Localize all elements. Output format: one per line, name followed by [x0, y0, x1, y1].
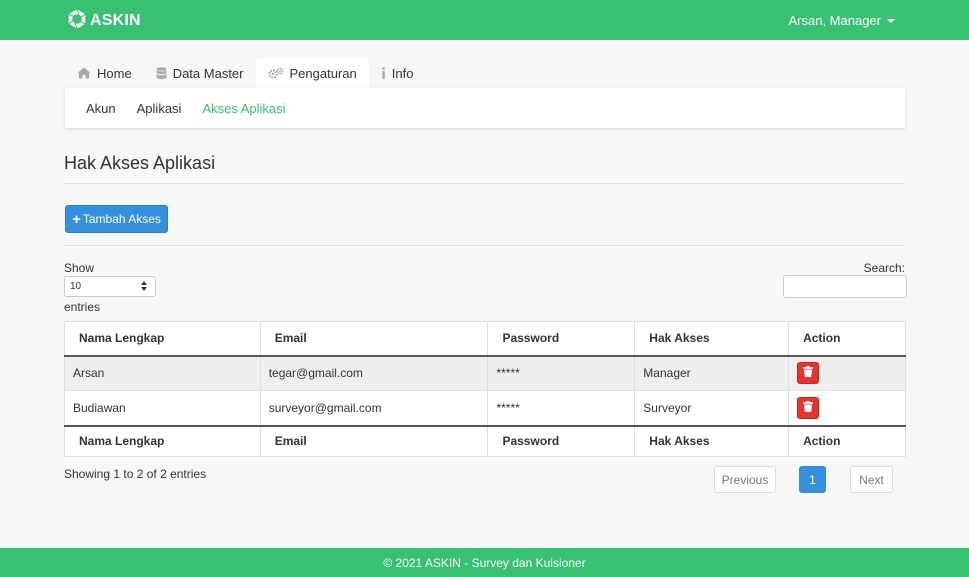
- gears-icon: [267, 67, 284, 79]
- cell-role: Surveyor: [634, 390, 790, 426]
- brand-name: ASKIN: [90, 11, 141, 29]
- column-header-password[interactable]: Password: [487, 321, 636, 357]
- entries-length-value: 10: [70, 281, 82, 292]
- home-icon: [77, 67, 91, 79]
- table-info: Showing 1 to 2 of 2 entries: [64, 467, 207, 481]
- main-nav-tabs: Home Data Master Pengaturan Info: [65, 58, 425, 88]
- pagination: Previous 1 Next: [714, 466, 893, 493]
- column-header-nama-lengkap[interactable]: Nama Lengkap: [64, 321, 261, 357]
- search-input[interactable]: [783, 275, 907, 298]
- subnav-item-aplikasi[interactable]: Aplikasi: [137, 101, 182, 116]
- cell-action: [788, 355, 906, 391]
- access-table: Nama Lengkap Email Password Hak Akses Ac…: [64, 321, 906, 457]
- footer-header-email: Email: [259, 424, 489, 457]
- cell-email: tegar@gmail.com: [259, 355, 489, 391]
- table-row: Arsan tegar@gmail.com ***** Manager: [64, 355, 906, 391]
- tab-info-label: Info: [391, 65, 414, 81]
- plus-icon: +: [72, 210, 81, 228]
- logo-ring-icon: [66, 8, 88, 33]
- column-header-action: Action: [788, 321, 906, 357]
- trash-icon: [803, 366, 814, 380]
- tab-home-label: Home: [97, 65, 132, 81]
- sub-nav: Akun Aplikasi Akses Aplikasi: [65, 88, 905, 128]
- brand-logo[interactable]: ASKIN: [66, 8, 141, 33]
- footer-header-password: Password: [487, 424, 636, 457]
- delete-button[interactable]: [797, 396, 820, 419]
- info-icon: [381, 67, 386, 79]
- cell-role: Manager: [634, 355, 790, 391]
- add-access-button[interactable]: + Tambah Akses: [65, 205, 168, 233]
- previous-page-button[interactable]: Previous: [714, 466, 776, 493]
- footer-header-hak-akses: Hak Akses: [634, 424, 790, 457]
- search-label: Search:: [863, 261, 905, 275]
- add-access-label: Tambah Akses: [82, 212, 161, 226]
- cell-name: Arsan: [64, 355, 261, 391]
- footer-header-action: Action: [788, 424, 906, 457]
- entries-label: entries: [64, 300, 101, 314]
- cell-name: Budiawan: [64, 390, 261, 426]
- tab-pengaturan-label: Pengaturan: [289, 65, 357, 81]
- divider: [64, 183, 905, 184]
- show-label: Show: [64, 261, 95, 275]
- cell-action: [788, 390, 906, 426]
- entries-length-select[interactable]: 10: [64, 276, 156, 297]
- tab-home[interactable]: Home: [65, 58, 144, 88]
- delete-button[interactable]: [797, 362, 820, 385]
- tab-data-master-label: Data Master: [172, 65, 244, 81]
- user-menu-label: Arsan, Manager: [788, 13, 882, 28]
- footer: © 2021 ASKIN - Survey dan Kuisioner: [0, 548, 969, 577]
- table-row: Budiawan surveyor@gmail.com ***** Survey…: [64, 390, 906, 426]
- column-header-hak-akses[interactable]: Hak Akses: [634, 321, 790, 357]
- cell-password: *****: [487, 355, 636, 391]
- tab-data-master[interactable]: Data Master: [144, 58, 256, 88]
- column-header-email[interactable]: Email: [259, 321, 489, 357]
- caret-down-icon: [887, 18, 895, 23]
- footer-text: © 2021 ASKIN - Survey dan Kuisioner: [383, 555, 586, 570]
- page-title: Hak Akses Aplikasi: [64, 153, 216, 173]
- select-arrows-icon: [141, 281, 147, 291]
- table-footer-row: Nama Lengkap Email Password Hak Akses Ac…: [64, 424, 906, 457]
- subnav-item-akses-aplikasi[interactable]: Akses Aplikasi: [202, 101, 285, 116]
- page-1-button[interactable]: 1: [799, 466, 826, 493]
- cell-password: *****: [487, 390, 636, 426]
- tab-info[interactable]: Info: [369, 58, 426, 88]
- tab-pengaturan[interactable]: Pengaturan: [255, 58, 369, 88]
- top-navbar: ASKIN Arsan, Manager: [0, 0, 969, 40]
- database-icon: [156, 66, 167, 80]
- footer-header-nama-lengkap: Nama Lengkap: [64, 424, 261, 457]
- subnav-item-akun[interactable]: Akun: [86, 101, 116, 116]
- next-page-button[interactable]: Next: [850, 466, 893, 493]
- cell-email: surveyor@gmail.com: [259, 390, 489, 426]
- user-menu-dropdown[interactable]: Arsan, Manager: [788, 13, 895, 28]
- divider: [64, 245, 905, 246]
- table-header-row: Nama Lengkap Email Password Hak Akses Ac…: [64, 321, 906, 357]
- trash-icon: [803, 400, 814, 415]
